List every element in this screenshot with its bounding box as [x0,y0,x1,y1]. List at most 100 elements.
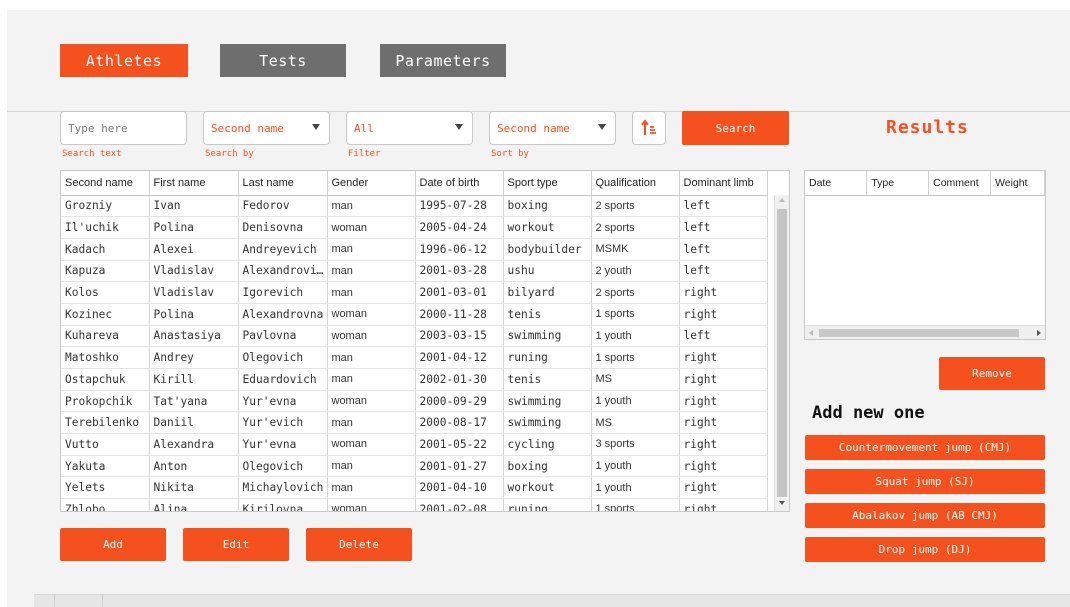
table-row[interactable]: Kadach Alexei Andreyevich man 1996-06-12 body… [61,238,768,261]
add-dj-button[interactable]: Drop jump (DJ) [805,537,1045,562]
table-row[interactable]: Kapuza Vladislav Alexandrovi… man 2001-03-28… [61,260,768,283]
table-cell: 1 sports [591,346,680,369]
table-row[interactable]: Zhlobo Alina Kirilovna woman 2001-02-08 runin… [61,498,768,511]
search-text-label: Search text [62,149,122,159]
table-cell: Alexandra [149,433,239,456]
table-cell: left [679,195,768,218]
column-header[interactable]: First name [149,171,239,196]
table-cell: man [327,195,416,218]
results-title: Results [886,117,969,138]
table-row[interactable]: Grozniy Ivan Fedorov man 1995-07-28 boxing 2 s… [61,195,768,218]
table-scrollbar[interactable] [774,195,789,511]
table-cell: Yelets [61,476,150,500]
search-by-select[interactable]: Second name [203,111,330,145]
table-cell: 1995-07-28 [415,195,504,218]
sort-by-label: Sort by [491,149,529,159]
sort-direction-button[interactable] [632,111,666,145]
table-cell: 1 youth [591,390,680,413]
table-cell: Kirilovna [238,498,328,511]
column-header[interactable]: Second name [61,171,150,196]
scroll-thumb[interactable] [819,329,1019,337]
dropdown-arrow-icon [598,124,606,130]
table-cell: right [679,390,768,413]
status-divider [102,595,103,607]
table-row[interactable]: Terebilenko Daniil Yur'evich man 2000-08-17 s… [61,411,768,435]
column-header[interactable]: Type [866,171,930,196]
table-row[interactable]: Yakuta Anton Olegovich man 2001-01-27 boxing 1… [61,455,768,478]
add-button[interactable]: Add [60,528,166,561]
edit-button[interactable]: Edit [183,528,289,561]
table-row[interactable]: Yelets Nikita Michaylovich man 2001-04-10 wor… [61,476,768,500]
scroll-down-icon[interactable] [779,501,785,505]
table-row[interactable]: Ostapchuk Kirill Eduardovich man 2002-01-30 t… [61,368,768,391]
search-input[interactable] [68,121,186,135]
table-cell: left [679,216,768,239]
table-row[interactable]: Kuhareva Anastasiya Pavlovna woman 2003-03-1… [61,325,768,348]
results-scrollbar[interactable] [805,325,1045,339]
scroll-right-icon[interactable] [1037,330,1041,336]
search-button[interactable]: Search [682,111,789,145]
column-header[interactable]: Dominant limb [679,171,768,196]
table-cell: man [327,476,416,500]
table-cell: Michaylovich [238,476,328,500]
table-cell: woman [327,216,416,239]
delete-button[interactable]: Delete [306,528,412,561]
scroll-up-icon[interactable] [779,198,785,202]
table-cell: 2 youth [591,260,680,283]
table-row[interactable]: Kolos Vladislav Igorevich man 2001-03-01 bily… [61,281,768,304]
add-sj-button[interactable]: Squat jump (SJ) [805,469,1045,494]
column-header[interactable]: Last name [238,171,328,196]
tab-parameters[interactable]: Parameters [380,44,506,77]
column-header[interactable]: Sport type [503,171,592,196]
column-header[interactable]: Weight [990,171,1045,196]
dropdown-arrow-icon [455,124,463,130]
table-cell: woman [327,325,416,348]
tab-tests[interactable]: Tests [220,44,346,77]
column-header[interactable]: Qualification [591,171,680,196]
table-cell: Kozinec [61,303,150,326]
table-cell: Daniil [149,411,239,435]
table-row[interactable]: Prokopchik Tat'yana Yur'evna woman 2000-09-2… [61,390,768,413]
table-cell: right [679,498,768,511]
table-cell: woman [327,498,416,511]
table-cell: woman [327,433,416,456]
table-cell: right [679,303,768,326]
sort-by-select[interactable]: Second name [489,111,616,145]
remove-button[interactable]: Remove [939,357,1045,390]
filter-select[interactable]: All [346,111,473,145]
column-header[interactable]: Gender [327,171,416,196]
table-cell: Yur'evich [238,411,328,435]
table-cell: 1 sports [591,303,680,326]
add-cmj-button[interactable]: Countermovement jump (CMJ) [805,435,1045,460]
status-divider [54,595,55,607]
table-row[interactable]: Il'uchik Polina Denisovna woman 2005-04-24 wo… [61,216,768,239]
table-cell: Vutto [61,433,150,456]
table-cell: right [679,368,768,391]
table-cell: bilyard [503,281,592,304]
table-cell: man [327,346,416,369]
table-cell: swimming [503,411,592,435]
table-cell: man [327,455,416,478]
table-cell: ushu [503,260,592,283]
table-cell: man [327,238,416,261]
table-cell: Tat'yana [149,390,239,413]
table-cell: right [679,281,768,304]
scroll-left-icon[interactable] [809,330,813,336]
search-input-box[interactable] [60,111,187,145]
table-row[interactable]: Matoshko Andrey Olegovich man 2001-04-12 runi… [61,346,768,369]
scroll-thumb[interactable] [777,209,787,497]
column-header[interactable]: Date of birth [415,171,504,196]
dropdown-arrow-icon [312,124,320,130]
table-cell: MS [591,368,680,391]
column-header[interactable]: Date [805,171,868,196]
table-cell: Igorevich [238,281,328,304]
table-cell: 2003-03-15 [415,325,504,348]
table-cell: 1 youth [591,325,680,348]
column-header[interactable]: Comment [928,171,992,196]
add-ab-cmj-button[interactable]: Abalakov jump (AB CMJ) [805,503,1045,528]
table-cell: 2 sports [591,216,680,239]
table-row[interactable]: Vutto Alexandra Yur'evna woman 2001-05-22 cyc… [61,433,768,456]
table-row[interactable]: Kozinec Polina Alexandrovna woman 2000-11-28… [61,303,768,326]
tab-athletes[interactable]: Athletes [60,44,188,77]
table-cell: woman [327,390,416,413]
